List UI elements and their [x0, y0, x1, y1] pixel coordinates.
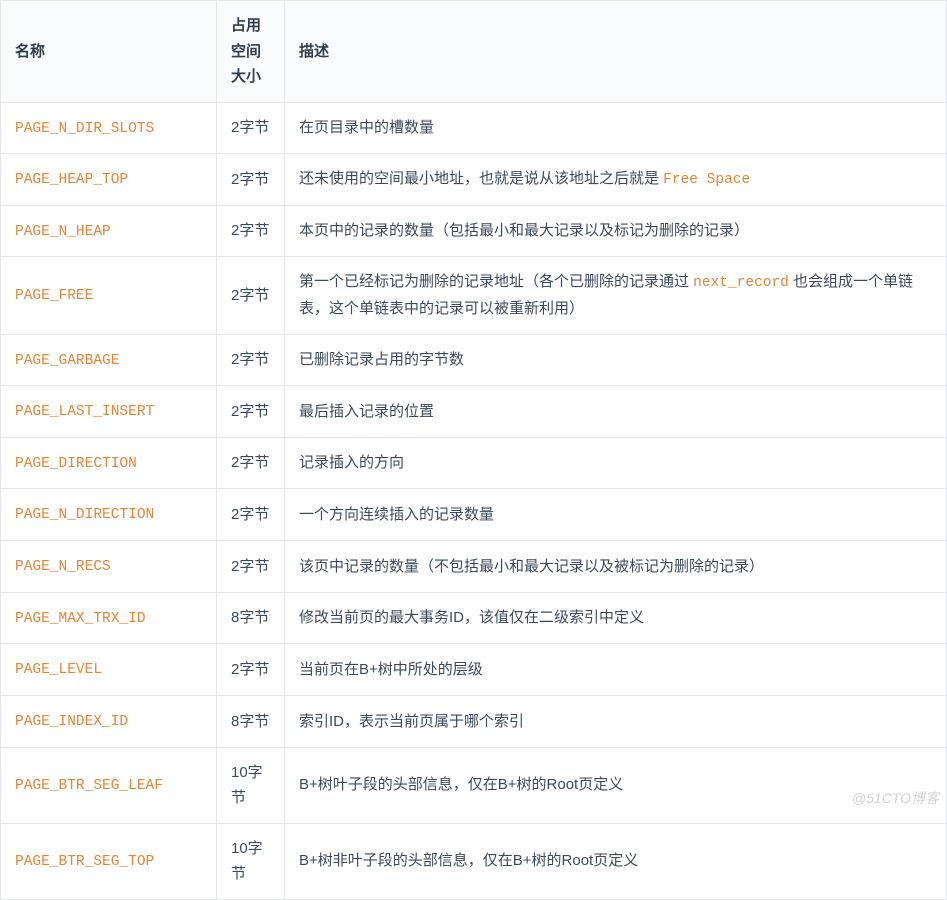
cell-size: 10字节: [217, 823, 285, 899]
cell-description: 一个方向连续插入的记录数量: [285, 489, 947, 541]
cell-size: 2字节: [217, 154, 285, 206]
desc-text-pre: 修改当前页的最大事务ID，该值仅在二级索引中定义: [299, 609, 644, 626]
field-name-code: PAGE_GARBAGE: [15, 353, 119, 369]
header-name: 名称: [1, 1, 217, 103]
cell-size: 2字节: [217, 644, 285, 696]
cell-size: 2字节: [217, 541, 285, 593]
cell-size: 2字节: [217, 386, 285, 438]
field-name-code: PAGE_N_DIRECTION: [15, 507, 154, 523]
cell-field-name: PAGE_HEAP_TOP: [1, 154, 217, 206]
table-header-row: 名称 占用空间大小 描述: [1, 1, 947, 103]
desc-text-pre: B+树非叶子段的头部信息，仅在B+树的Root页定义: [299, 852, 638, 869]
table-row: PAGE_HEAP_TOP 2字节还未使用的空间最小地址，也就是说从该地址之后就是…: [1, 154, 947, 206]
field-name-code: PAGE_LAST_INSERT: [15, 404, 154, 420]
cell-field-name: PAGE_BTR_SEG_TOP: [1, 823, 217, 899]
table-row: PAGE_FREE 2字节第一个已经标记为删除的记录地址（各个已删除的记录通过 n…: [1, 257, 947, 334]
cell-description: 索引ID，表示当前页属于哪个索引: [285, 696, 947, 748]
cell-description: B+树叶子段的头部信息，仅在B+树的Root页定义: [285, 747, 947, 823]
field-name-code: PAGE_DIRECTION: [15, 456, 137, 472]
field-name-code: PAGE_N_DIR_SLOTS: [15, 121, 154, 137]
desc-text-pre: 当前页在B+树中所处的层级: [299, 661, 483, 678]
cell-description: 记录插入的方向: [285, 437, 947, 489]
table-row: PAGE_LEVEL 2字节当前页在B+树中所处的层级: [1, 644, 947, 696]
cell-description: 第一个已经标记为删除的记录地址（各个已删除的记录通过 next_record 也…: [285, 257, 947, 334]
cell-field-name: PAGE_FREE: [1, 257, 217, 334]
header-desc: 描述: [285, 1, 947, 103]
table-body: PAGE_N_DIR_SLOTS2字节在页目录中的槽数量PAGE_HEAP_TO…: [1, 102, 947, 899]
field-name-code: PAGE_FREE: [15, 288, 93, 304]
table-row: PAGE_BTR_SEG_TOP 10字节 B+树非叶子段的头部信息，仅在B+树的R…: [1, 823, 947, 899]
cell-description: 当前页在B+树中所处的层级: [285, 644, 947, 696]
table-row: PAGE_DIRECTION 2字节记录插入的方向: [1, 437, 947, 489]
cell-size: 2字节: [217, 437, 285, 489]
desc-text-pre: 在页目录中的槽数量: [299, 119, 434, 136]
cell-field-name: PAGE_N_DIR_SLOTS: [1, 102, 217, 154]
header-size: 占用空间大小: [217, 1, 285, 103]
cell-description: 已删除记录占用的字节数: [285, 334, 947, 386]
cell-size: 2字节: [217, 257, 285, 334]
desc-text-pre: 最后插入记录的位置: [299, 403, 434, 420]
cell-field-name: PAGE_LAST_INSERT: [1, 386, 217, 438]
cell-description: 该页中记录的数量（不包括最小和最大记录以及被标记为删除的记录）: [285, 541, 947, 593]
table-row: PAGE_BTR_SEG_LEAF 10字节 B+树叶子段的头部信息，仅在B+树的R…: [1, 747, 947, 823]
table-row: PAGE_GARBAGE 2字节已删除记录占用的字节数: [1, 334, 947, 386]
desc-text-pre: 该页中记录的数量（不包括最小和最大记录以及被标记为删除的记录）: [299, 558, 764, 575]
field-name-code: PAGE_INDEX_ID: [15, 714, 128, 730]
table-row: PAGE_N_HEAP 2字节本页中的记录的数量（包括最小和最大记录以及标记为删除…: [1, 205, 947, 257]
table-row: PAGE_LAST_INSERT 2字节最后插入记录的位置: [1, 386, 947, 438]
desc-text-pre: 已删除记录占用的字节数: [299, 351, 464, 368]
table-row: PAGE_MAX_TRX_ID 8字节修改当前页的最大事务ID，该值仅在二级索引中…: [1, 592, 947, 644]
field-name-code: PAGE_N_HEAP: [15, 224, 111, 240]
desc-text-pre: B+树叶子段的头部信息，仅在B+树的Root页定义: [299, 776, 623, 793]
cell-field-name: PAGE_N_DIRECTION: [1, 489, 217, 541]
cell-description: 修改当前页的最大事务ID，该值仅在二级索引中定义: [285, 592, 947, 644]
desc-text-pre: 第一个已经标记为删除的记录地址（各个已删除的记录通过: [299, 273, 693, 290]
field-name-code: PAGE_MAX_TRX_ID: [15, 611, 146, 627]
field-name-code: PAGE_BTR_SEG_LEAF: [15, 778, 163, 794]
cell-description: 在页目录中的槽数量: [285, 102, 947, 154]
cell-size: 2字节: [217, 334, 285, 386]
desc-text-pre: 一个方向连续插入的记录数量: [299, 506, 494, 523]
table-row: PAGE_N_DIR_SLOTS 2字节在页目录中的槽数量: [1, 102, 947, 154]
cell-size: 2字节: [217, 489, 285, 541]
cell-description: B+树非叶子段的头部信息，仅在B+树的Root页定义: [285, 823, 947, 899]
table-row: PAGE_N_DIRECTION 2字节一个方向连续插入的记录数量: [1, 489, 947, 541]
cell-size: 8字节: [217, 696, 285, 748]
desc-inline-code: next_record: [693, 275, 789, 291]
field-name-code: PAGE_N_RECS: [15, 559, 111, 575]
cell-size: 10字节: [217, 747, 285, 823]
cell-size: 8字节: [217, 592, 285, 644]
desc-text-pre: 本页中的记录的数量（包括最小和最大记录以及标记为删除的记录）: [299, 222, 749, 239]
desc-inline-code: Free Space: [663, 172, 750, 188]
cell-field-name: PAGE_N_HEAP: [1, 205, 217, 257]
cell-size: 2字节: [217, 102, 285, 154]
cell-description: 还未使用的空间最小地址，也就是说从该地址之后就是 Free Space: [285, 154, 947, 206]
cell-description: 本页中的记录的数量（包括最小和最大记录以及标记为删除的记录）: [285, 205, 947, 257]
cell-size: 2字节: [217, 205, 285, 257]
field-name-code: PAGE_BTR_SEG_TOP: [15, 854, 154, 870]
field-name-code: PAGE_HEAP_TOP: [15, 172, 128, 188]
desc-text-pre: 还未使用的空间最小地址，也就是说从该地址之后就是: [299, 170, 663, 187]
desc-text-pre: 索引ID，表示当前页属于哪个索引: [299, 713, 524, 730]
cell-description: 最后插入记录的位置: [285, 386, 947, 438]
cell-field-name: PAGE_DIRECTION: [1, 437, 217, 489]
cell-field-name: PAGE_LEVEL: [1, 644, 217, 696]
table-row: PAGE_INDEX_ID 8字节索引ID，表示当前页属于哪个索引: [1, 696, 947, 748]
table-row: PAGE_N_RECS 2字节该页中记录的数量（不包括最小和最大记录以及被标记为删…: [1, 541, 947, 593]
cell-field-name: PAGE_N_RECS: [1, 541, 217, 593]
cell-field-name: PAGE_BTR_SEG_LEAF: [1, 747, 217, 823]
cell-field-name: PAGE_MAX_TRX_ID: [1, 592, 217, 644]
desc-text-pre: 记录插入的方向: [299, 454, 404, 471]
cell-field-name: PAGE_GARBAGE: [1, 334, 217, 386]
page-header-fields-table: 名称 占用空间大小 描述 PAGE_N_DIR_SLOTS2字节在页目录中的槽数…: [0, 0, 947, 900]
cell-field-name: PAGE_INDEX_ID: [1, 696, 217, 748]
field-name-code: PAGE_LEVEL: [15, 662, 102, 678]
